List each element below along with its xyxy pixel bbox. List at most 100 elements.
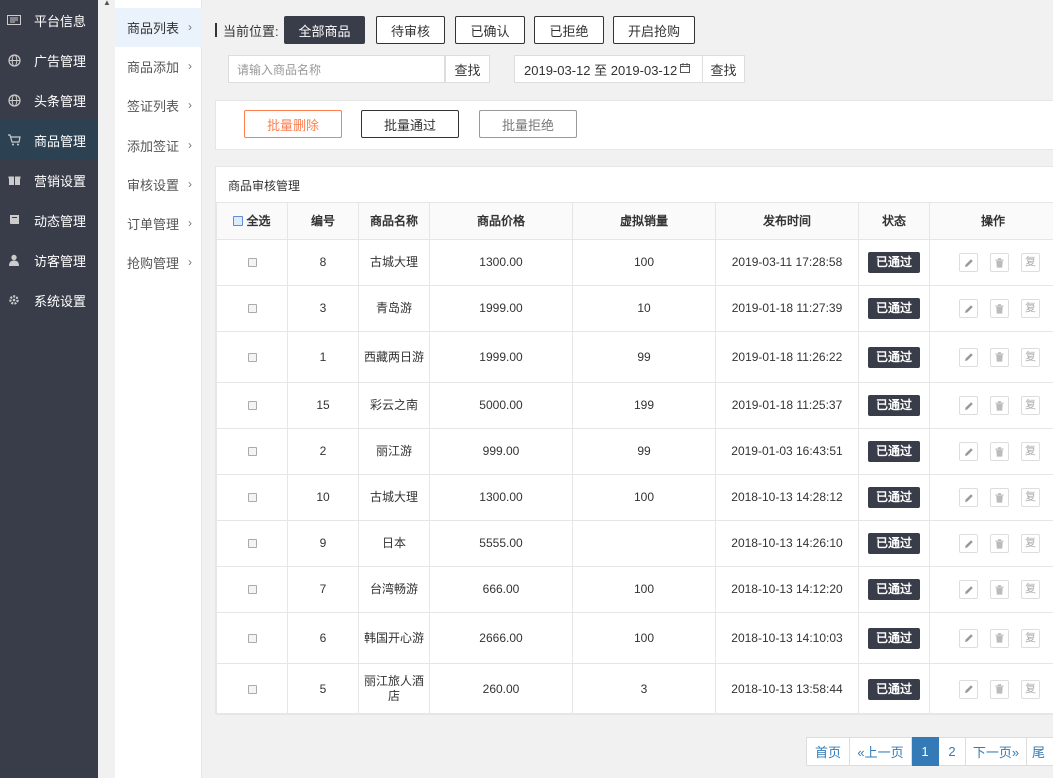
tab-flash-sale[interactable]: 开启抢购	[613, 16, 695, 44]
edit-icon[interactable]	[959, 534, 978, 553]
sidebar-item-dynamics[interactable]: 动态管理	[0, 200, 98, 240]
row-select-cell[interactable]	[216, 612, 288, 664]
row-checkbox[interactable]	[247, 585, 257, 595]
trash-icon[interactable]	[990, 628, 1009, 648]
row-select-cell[interactable]	[216, 428, 288, 475]
batch-delete-button[interactable]: 批量删除	[244, 110, 342, 138]
copy-button[interactable]: 复	[1021, 396, 1040, 415]
edit-icon[interactable]	[959, 628, 978, 648]
row-actions: 复	[934, 628, 1052, 648]
table-row: 8 古城大理 1300.00 100 2019-03-11 17:28:58 已通过 复	[216, 239, 1053, 286]
search-button[interactable]: 查找	[445, 55, 490, 83]
sidebar-item-headlines[interactable]: 头条管理	[0, 80, 98, 120]
subnav-item-review-settings[interactable]: 审核设置 ›	[115, 165, 202, 204]
scroll-up-arrow-icon[interactable]: ▲	[103, 0, 111, 7]
row-select-cell[interactable]	[216, 285, 288, 332]
row-checkbox[interactable]	[247, 258, 257, 268]
table-header-row: 全选 编号 商品名称 商品价格 虚拟销量 发布时间 状态 操作	[216, 202, 1053, 240]
trash-icon[interactable]	[990, 299, 1009, 318]
trash-icon[interactable]	[990, 253, 1009, 272]
edit-icon[interactable]	[959, 347, 978, 367]
cell-actions: 复	[929, 474, 1053, 521]
select-all-header[interactable]: 全选	[216, 202, 288, 240]
trash-icon[interactable]	[990, 679, 1009, 699]
page-2[interactable]: 2	[939, 737, 966, 766]
row-checkbox[interactable]	[247, 352, 257, 362]
row-checkbox[interactable]	[247, 633, 257, 643]
select-all-checkbox[interactable]	[233, 216, 244, 227]
copy-button[interactable]: 复	[1021, 679, 1040, 699]
page-1[interactable]: 1	[912, 737, 939, 766]
cell-name: 西藏两日游	[358, 331, 430, 383]
subnav-item-visa-list[interactable]: 签证列表 ›	[115, 86, 202, 125]
cell-price: 260.00	[429, 663, 573, 715]
row-select-cell[interactable]	[216, 474, 288, 521]
row-select-cell[interactable]	[216, 331, 288, 383]
copy-button[interactable]: 复	[1021, 534, 1040, 553]
sidebar-item-label: 广告管理	[34, 53, 87, 69]
edit-icon[interactable]	[959, 442, 978, 461]
trash-icon[interactable]	[990, 442, 1009, 461]
row-select-cell[interactable]	[216, 382, 288, 429]
tab-rejected[interactable]: 已拒绝	[534, 16, 604, 44]
chevron-right-icon: ›	[188, 20, 192, 34]
trash-icon[interactable]	[990, 347, 1009, 367]
subnav-item-orders[interactable]: 订单管理 ›	[115, 204, 202, 243]
cell-sales: 99	[572, 428, 716, 475]
page-last[interactable]: 尾	[1027, 737, 1053, 766]
sidebar-item-products[interactable]: 商品管理	[0, 120, 98, 160]
copy-button[interactable]: 复	[1021, 347, 1040, 367]
sidebar-item-marketing[interactable]: 营销设置	[0, 160, 98, 200]
edit-icon[interactable]	[959, 396, 978, 415]
date-search-button[interactable]: 查找	[702, 55, 745, 83]
page-first[interactable]: 首页	[806, 737, 850, 766]
edit-icon[interactable]	[959, 299, 978, 318]
copy-button[interactable]: 复	[1021, 628, 1040, 648]
cell-id: 9	[287, 520, 359, 567]
edit-icon[interactable]	[959, 679, 978, 699]
row-select-cell[interactable]	[216, 520, 288, 567]
row-checkbox[interactable]	[247, 493, 257, 503]
sidebar-item-platform-info[interactable]: 平台信息	[0, 0, 98, 40]
edit-icon[interactable]	[959, 253, 978, 272]
sidebar-item-system-settings[interactable]: 系统设置	[0, 280, 98, 320]
cell-name: 古城大理	[358, 474, 430, 521]
edit-icon[interactable]	[959, 580, 978, 599]
row-checkbox[interactable]	[247, 304, 257, 314]
tab-pending[interactable]: 待审核	[376, 16, 445, 44]
copy-button[interactable]: 复	[1021, 253, 1040, 272]
row-checkbox[interactable]	[247, 401, 257, 411]
trash-icon[interactable]	[990, 488, 1009, 507]
sidebar-item-ads[interactable]: 广告管理	[0, 40, 98, 80]
row-checkbox[interactable]	[247, 447, 257, 457]
row-checkbox[interactable]	[247, 684, 257, 694]
cell-time: 2018-10-13 14:28:12	[715, 474, 859, 521]
product-name-search-input[interactable]: 请输入商品名称	[228, 55, 445, 83]
batch-approve-button[interactable]: 批量通过	[361, 110, 459, 138]
subnav-item-visa-add[interactable]: 添加签证 ›	[115, 126, 202, 165]
copy-button[interactable]: 复	[1021, 488, 1040, 507]
tab-all-products[interactable]: 全部商品	[284, 16, 365, 44]
row-checkbox[interactable]	[247, 539, 257, 549]
select-all-label: 全选	[246, 213, 271, 228]
subnav-item-flash-sale[interactable]: 抢购管理 ›	[115, 243, 202, 282]
table-row: 10 古城大理 1300.00 100 2018-10-13 14:28:12 已通过 复	[216, 474, 1053, 521]
copy-button[interactable]: 复	[1021, 580, 1040, 599]
tab-confirmed[interactable]: 已确认	[455, 16, 525, 44]
trash-icon[interactable]	[990, 580, 1009, 599]
sidebar-item-visitors[interactable]: 访客管理	[0, 240, 98, 280]
row-select-cell[interactable]	[216, 239, 288, 286]
subnav-item-product-add[interactable]: 商品添加 ›	[115, 47, 202, 86]
trash-icon[interactable]	[990, 534, 1009, 553]
trash-icon[interactable]	[990, 396, 1009, 415]
row-select-cell[interactable]	[216, 566, 288, 613]
batch-reject-button[interactable]: 批量拒绝	[479, 110, 577, 138]
edit-icon[interactable]	[959, 488, 978, 507]
page-next[interactable]: 下一页»	[966, 737, 1027, 766]
copy-button[interactable]: 复	[1021, 442, 1040, 461]
copy-button[interactable]: 复	[1021, 299, 1040, 318]
page-prev[interactable]: «上一页	[850, 737, 912, 766]
subnav-item-product-list[interactable]: 商品列表 ›	[115, 8, 202, 47]
row-select-cell[interactable]	[216, 663, 288, 715]
date-range-input[interactable]: 2019-03-12 至 2019-03-12	[514, 55, 703, 83]
